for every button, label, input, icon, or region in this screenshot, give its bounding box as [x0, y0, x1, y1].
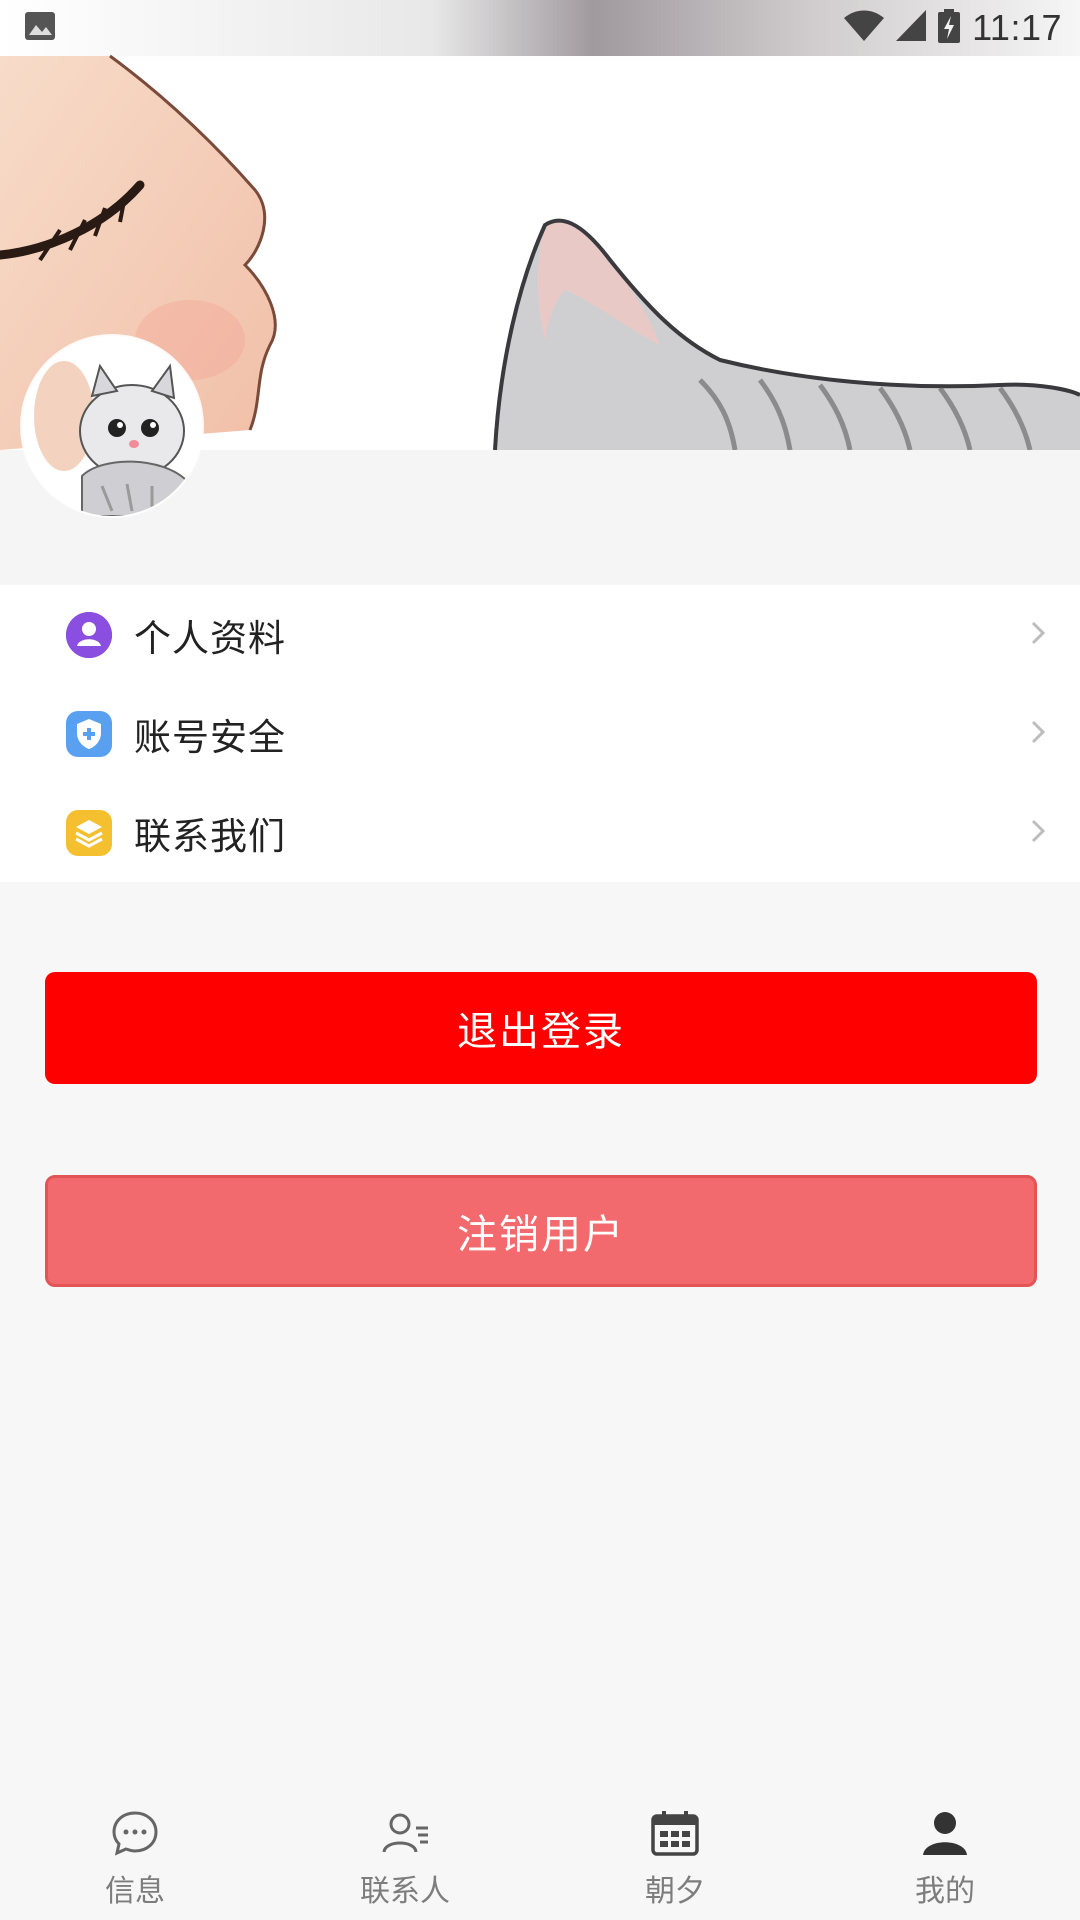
deregister-user-button[interactable]: 注销用户 [45, 1175, 1037, 1287]
gallery-notification-icon [24, 11, 56, 45]
tab-zhaoxi[interactable]: 朝夕 [540, 1790, 810, 1920]
chevron-right-icon [1026, 816, 1050, 850]
layers-icon [66, 809, 112, 856]
calendar-icon [650, 1808, 700, 1862]
message-icon [110, 1808, 160, 1862]
chevron-right-icon [1026, 618, 1050, 652]
tab-label: 联系人 [360, 1874, 450, 1909]
signal-icon [896, 10, 927, 46]
shield-icon [66, 710, 112, 757]
logout-button[interactable]: 退出登录 [45, 972, 1037, 1084]
bottom-tab-bar: 信息 联系人 朝夕 我的 [0, 1790, 1080, 1920]
tab-label: 朝夕 [645, 1874, 705, 1909]
status-time: 11:17 [972, 7, 1062, 48]
settings-menu: 个人资料 账号安全 联系我们 [0, 585, 1080, 882]
status-bar: 11:17 [0, 0, 1080, 56]
chevron-right-icon [1026, 717, 1050, 751]
person-icon [66, 611, 112, 658]
wifi-icon [844, 10, 885, 46]
tab-label: 信息 [105, 1874, 165, 1909]
tab-contacts[interactable]: 联系人 [270, 1790, 540, 1920]
menu-item-contact-us[interactable]: 联系我们 [0, 783, 1080, 882]
avatar[interactable] [22, 336, 202, 516]
person-icon [920, 1808, 970, 1862]
menu-item-profile[interactable]: 个人资料 [0, 585, 1080, 684]
tab-label: 我的 [915, 1874, 975, 1909]
menu-item-label: 账号安全 [134, 715, 286, 759]
tab-mine[interactable]: 我的 [810, 1790, 1080, 1920]
tab-messages[interactable]: 信息 [0, 1790, 270, 1920]
contacts-icon [380, 1808, 430, 1862]
menu-item-label: 个人资料 [134, 616, 286, 660]
menu-item-label: 联系我们 [134, 814, 286, 858]
menu-item-account-security[interactable]: 账号安全 [0, 684, 1080, 783]
battery-charging-icon [938, 9, 961, 47]
profile-screen: 11:17 个人资料 账号安全 联系我们 退出登录 注销用户 信息 联系人 朝夕… [0, 0, 1080, 1920]
